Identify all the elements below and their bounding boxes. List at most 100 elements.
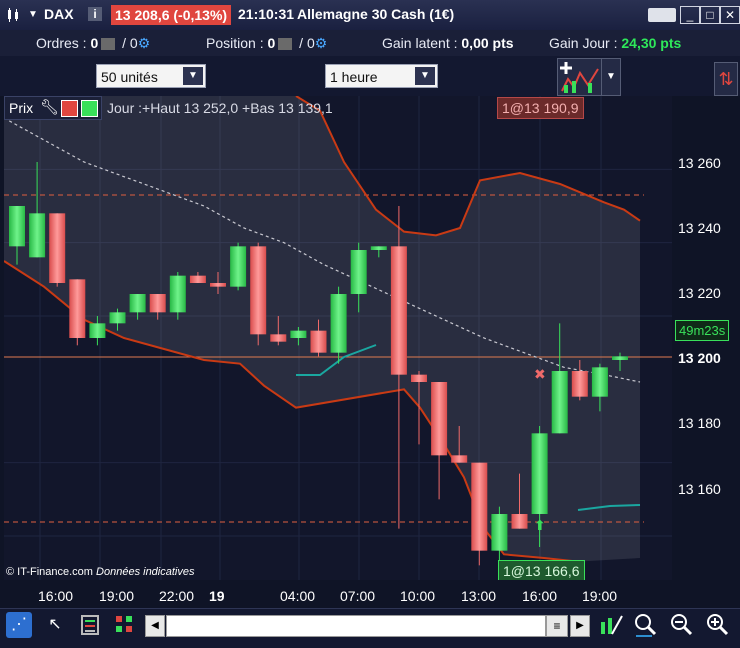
- instrument-name: DAX: [44, 6, 74, 22]
- price-chart[interactable]: ✖ ⬆ Prix 🔧︎ Jour :+Haut 13 252,0 +Bas 13…: [4, 96, 672, 580]
- price-tick: 13 220: [678, 285, 721, 301]
- time-axis[interactable]: 16:00 19:00 22:00 19 04:00 07:00 10:00 1…: [0, 580, 672, 608]
- wrench-icon[interactable]: 🔧︎: [40, 98, 59, 116]
- high-order-marker[interactable]: 1@13 190,9: [497, 97, 584, 119]
- drawing-icon[interactable]: [598, 612, 624, 638]
- candle-up: [169, 275, 186, 313]
- daygain-label: Gain Jour :: [549, 35, 618, 51]
- title-bar: ▼ DAX i 13 208,6 (-0,13%) 21:10:31 Allem…: [0, 0, 740, 31]
- time-tick: 07:00: [340, 588, 376, 604]
- time-tick: 19:00: [582, 588, 618, 604]
- zoom-in-icon[interactable]: [704, 612, 730, 638]
- units-select-value: 50 unités: [101, 69, 158, 85]
- zoom-out-icon[interactable]: [668, 612, 694, 638]
- day-high-low-info: Jour :+Haut 13 252,0 +Bas 13 139,1: [107, 100, 333, 116]
- timeframe-select[interactable]: 1 heure ▼: [325, 64, 438, 88]
- instrument-full-name: Allemagne 30 Cash (1€): [297, 6, 455, 22]
- candle-down: [411, 374, 427, 382]
- info-icon[interactable]: i: [88, 7, 102, 21]
- candle-down: [250, 246, 267, 335]
- candle-up: [591, 367, 608, 397]
- countdown-badge: 49m23s: [675, 320, 730, 341]
- units-select[interactable]: 50 unités ▼: [96, 64, 206, 88]
- orders-count: 0: [90, 35, 99, 51]
- close-button[interactable]: ✕: [720, 6, 740, 24]
- candle-down: [49, 213, 66, 283]
- price-change-badge: 13 208,6 (-0,13%): [111, 5, 232, 25]
- gear-icon[interactable]: ⚙: [315, 35, 328, 51]
- position-count: 0: [267, 35, 276, 51]
- orders-label: Ordres :: [36, 35, 87, 51]
- scroll-left-button[interactable]: ◀: [145, 615, 165, 637]
- minimize-button[interactable]: _: [680, 6, 700, 24]
- candle-down: [149, 294, 166, 313]
- orders-count-total: / 0: [122, 35, 138, 51]
- candle-down: [471, 462, 488, 551]
- unrealized-value: 0,00 pts: [461, 35, 514, 51]
- candle-up: [531, 433, 548, 514]
- cursor-icon[interactable]: ↖: [42, 612, 68, 638]
- gear-icon[interactable]: ⚙: [138, 35, 151, 51]
- candle-up: [350, 250, 367, 294]
- candle-down: [189, 275, 206, 283]
- add-indicator-icon[interactable]: [81, 100, 98, 117]
- candle-up: [370, 246, 387, 250]
- date-tick: 19: [209, 588, 225, 604]
- candle-down: [69, 279, 86, 338]
- indicator-icon[interactable]: [112, 612, 138, 638]
- close-positions-icon[interactable]: [278, 38, 293, 51]
- candle-down: [390, 246, 407, 375]
- cancel-orders-icon[interactable]: [101, 38, 116, 51]
- candle-down: [571, 371, 588, 397]
- timeframe-select-value: 1 heure: [330, 69, 378, 85]
- price-tick: 13 160: [678, 481, 721, 497]
- indicative-data-label: Données indicatives: [96, 566, 195, 578]
- time-tick: 22:00: [159, 588, 195, 604]
- candle-up: [330, 294, 347, 353]
- trade-panel-toggle-icon[interactable]: ⇅: [714, 62, 738, 96]
- price-label: Prix: [9, 100, 34, 116]
- daygain-group: Gain Jour : 24,30 pts: [549, 35, 681, 51]
- compare-icon[interactable]: [78, 612, 104, 638]
- time-tick: 13:00: [461, 588, 497, 604]
- chart-canvas[interactable]: ✖ ⬆: [4, 96, 672, 580]
- price-tick: 13 240: [678, 220, 721, 236]
- time-tick: 16:00: [522, 588, 558, 604]
- price-legend: Prix 🔧︎: [4, 96, 102, 120]
- copyright-label: © IT-Finance.com: [6, 566, 93, 578]
- time-tick: 10:00: [400, 588, 436, 604]
- chevron-down-icon[interactable]: ▼: [28, 9, 38, 20]
- orders-group: Ordres : 0 / 0⚙: [36, 35, 150, 52]
- share-icon[interactable]: ⋰: [6, 612, 32, 638]
- candle-up: [129, 294, 146, 313]
- indicator-chart-icon: [560, 62, 599, 93]
- chart-type-icon[interactable]: [6, 7, 22, 23]
- status-bar: Ordres : 0 / 0⚙ Position : 0 / 0⚙ Gain l…: [0, 30, 740, 57]
- candle-up: [230, 246, 247, 287]
- maximize-button[interactable]: □: [700, 6, 720, 24]
- keyboard-icon[interactable]: [648, 8, 676, 22]
- scroll-right-button[interactable]: ▶: [570, 615, 590, 637]
- indicator-dropdown-button[interactable]: ▼: [601, 58, 621, 96]
- price-tick: 13 180: [678, 415, 721, 431]
- indicator-picker-button[interactable]: [557, 58, 603, 96]
- remove-indicator-icon[interactable]: [61, 100, 78, 117]
- unrealized-group: Gain latent : 0,00 pts: [382, 35, 514, 51]
- zoom-fit-icon[interactable]: [632, 612, 658, 638]
- chevron-down-icon: ▼: [183, 67, 203, 85]
- scrollbar-grip-icon[interactable]: ≡: [546, 615, 568, 637]
- position-group: Position : 0 / 0⚙: [206, 35, 327, 52]
- candle-up: [89, 323, 106, 338]
- price-axis[interactable]: 13 260 13 240 13 220 49m23s 13 200 13 18…: [672, 96, 740, 580]
- candle-down: [511, 514, 528, 529]
- chevron-down-icon: ▼: [415, 67, 435, 85]
- current-price-tick: 13 200: [678, 350, 721, 366]
- daygain-value: 24,30 pts: [621, 35, 682, 51]
- unrealized-label: Gain latent :: [382, 35, 458, 51]
- time-scrollbar[interactable]: [166, 615, 546, 637]
- candle-up: [9, 206, 25, 247]
- copyright-text: © IT-Finance.com Données indicatives: [6, 566, 194, 578]
- low-order-marker[interactable]: 1@13 166,6: [498, 560, 585, 580]
- position-count-total: / 0: [299, 35, 315, 51]
- price-tick: 13 260: [678, 155, 721, 171]
